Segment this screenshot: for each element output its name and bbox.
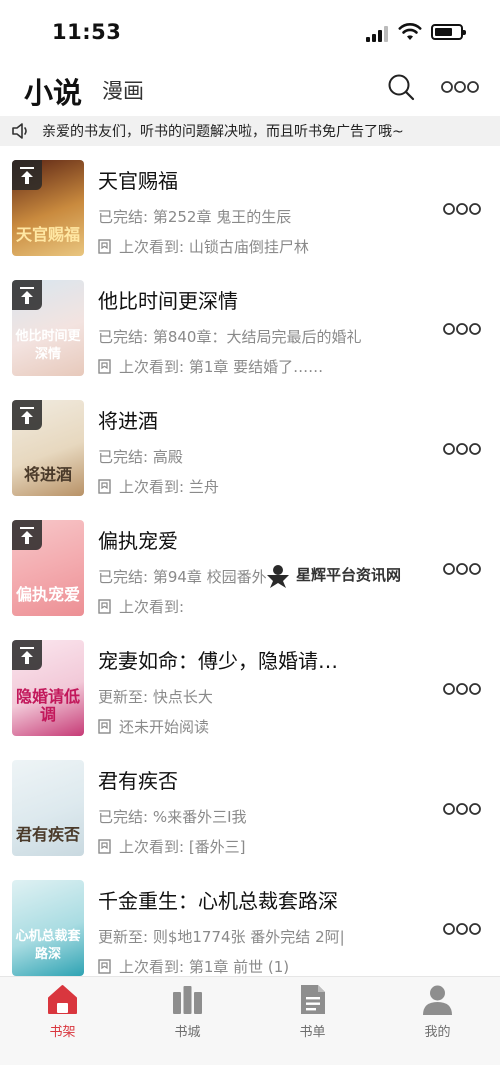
battery-icon — [431, 24, 466, 40]
nav-label: 书城 — [174, 1025, 201, 1040]
book-cover-title: 偏执宠爱 — [15, 585, 80, 604]
book-item[interactable]: 天官赐福 天官赐福 已完结: 第252章 鬼王的生辰 上次看到: 山锁古庙倒挂尸林 — [0, 146, 500, 266]
book-last-read-text: 还未开始阅读 — [119, 718, 210, 736]
book-status: 已完结: 第252章 鬼王的生辰 — [98, 208, 292, 226]
book-last-read: 上次看到: [番外三] — [98, 836, 246, 857]
home-icon — [48, 985, 77, 1014]
nav-label: 我的 — [424, 1025, 451, 1040]
book-cover[interactable]: 心机总裁套路深 — [12, 880, 84, 976]
book-last-read-text: 上次看到: 第1章 前世 (1) — [119, 958, 290, 976]
watermark: 星辉平台资讯网 — [264, 563, 401, 589]
book-more-icon[interactable] — [443, 802, 481, 816]
book-more-icon[interactable] — [443, 322, 481, 336]
nav-label: 书单 — [299, 1025, 326, 1040]
bookmark-icon — [98, 599, 111, 614]
book-more-icon[interactable] — [443, 202, 481, 216]
book-cover-title: 他比时间更深情 — [15, 329, 81, 362]
book-more-icon[interactable] — [443, 562, 481, 576]
bookmark-icon — [98, 479, 111, 494]
book-title: 偏执宠爱 — [98, 529, 178, 553]
book-more-icon[interactable] — [443, 922, 481, 936]
book-last-read: 上次看到: 山锁古庙倒挂尸林 — [98, 236, 309, 257]
book-last-read: 上次看到: 第1章 要结婚了…… — [98, 356, 323, 377]
book-status: 已完结: 高殿 — [98, 448, 183, 466]
bookstore-icon — [173, 986, 202, 1014]
notice-bar[interactable]: 亲爱的书友们，听书的问题解决啦，而且听书免广告了哦~ — [0, 116, 500, 146]
nav-booklist[interactable]: 书单 — [250, 977, 375, 1065]
book-cover-title: 将进酒 — [23, 465, 72, 484]
book-last-read-text: 上次看到: 山锁古庙倒挂尸林 — [119, 238, 309, 256]
book-cover-title: 君有疾否 — [15, 825, 80, 844]
book-item[interactable]: 心机总裁套路深 千金重生：心机总裁套路深更新至: 则$地1774张 番外完结 2阿… — [0, 866, 500, 976]
bookshelf-list: 天官赐福 天官赐福 已完结: 第252章 鬼王的生辰 上次看到: 山锁古庙倒挂尸林 他比… — [0, 146, 500, 976]
book-cover-title: 天官赐福 — [15, 225, 80, 244]
book-status: 已完结: %来番外三I我 — [98, 808, 247, 826]
pin-top-icon — [12, 640, 42, 670]
bookmark-icon — [98, 959, 111, 974]
book-item[interactable]: 偏执宠爱 偏执宠爱 已完结: 第94章 校园番外 上次看到: — [0, 506, 500, 626]
book-cover-title: 隐婚请低调 — [15, 687, 80, 724]
wifi-icon — [398, 23, 422, 40]
pin-top-icon — [12, 160, 42, 190]
nav-mine[interactable]: 我的 — [375, 977, 500, 1065]
tab-novel[interactable]: 小说 — [24, 70, 82, 112]
bookmark-icon — [98, 719, 111, 734]
book-title: 千金重生：心机总裁套路深 — [98, 889, 338, 913]
notice-text: 亲爱的书友们，听书的问题解决啦，而且听书免广告了哦~ — [42, 124, 404, 140]
user-icon — [423, 985, 452, 1015]
nav-bookstore[interactable]: 书城 — [125, 977, 250, 1065]
book-title: 宠妻如命：傅少，隐婚请… — [98, 649, 338, 673]
status-time: 11:53 — [52, 20, 122, 44]
bottom-nav: 书架 书城 书单 我的 — [0, 976, 500, 1065]
book-more-icon[interactable] — [443, 682, 481, 696]
header: 小说 漫画 — [0, 64, 500, 114]
book-cover[interactable]: 君有疾否 — [12, 760, 84, 856]
book-title: 君有疾否 — [98, 769, 178, 793]
book-status: 已完结: 第840章：大结局完最后的婚礼 — [98, 328, 362, 346]
book-last-read-text: 上次看到: [番外三] — [119, 838, 246, 856]
watermark-text: 星辉平台资讯网 — [296, 566, 402, 584]
booklist-icon — [301, 985, 325, 1014]
book-status: 更新至: 快点长大 — [98, 688, 213, 706]
nav-bookshelf[interactable]: 书架 — [0, 977, 125, 1065]
book-item[interactable]: 隐婚请低调 宠妻如命：傅少，隐婚请… 更新至: 快点长大还未开始阅读 — [0, 626, 500, 746]
pin-top-icon — [12, 400, 42, 430]
book-last-read-text: 上次看到: 兰舟 — [119, 478, 219, 496]
status-bar: 11:53 — [0, 0, 500, 64]
book-last-read-text: 上次看到: 第1章 要结婚了…… — [119, 358, 324, 376]
bookmark-icon — [98, 839, 111, 854]
more-icon[interactable] — [441, 80, 479, 94]
book-status: 更新至: 则$地1774张 番外完结 2阿| — [98, 928, 345, 946]
search-icon[interactable] — [386, 72, 416, 102]
signal-icon — [366, 26, 390, 42]
book-status: 已完结: 第94章 校园番外 — [98, 568, 267, 586]
book-last-read-text: 上次看到: — [119, 598, 185, 616]
book-more-icon[interactable] — [443, 442, 481, 456]
book-item[interactable]: 君有疾否 君有疾否 已完结: %来番外三I我 上次看到: [番外三] — [0, 746, 500, 866]
book-item[interactable]: 将进酒 将进酒 已完结: 高殿 上次看到: 兰舟 — [0, 386, 500, 506]
book-last-read: 还未开始阅读 — [98, 716, 209, 737]
watermark-logo-icon — [267, 565, 289, 588]
pin-top-icon — [12, 280, 42, 310]
book-title: 将进酒 — [98, 409, 158, 433]
bookmark-icon — [98, 359, 111, 374]
book-last-read: 上次看到: 第1章 前世 (1) — [98, 956, 289, 976]
pin-top-icon — [12, 520, 42, 550]
book-last-read: 上次看到: 兰舟 — [98, 476, 219, 497]
book-last-read: 上次看到: — [98, 596, 184, 617]
bookmark-icon — [98, 239, 111, 254]
book-item[interactable]: 他比时间更深情 他比时间更深情 已完结: 第840章：大结局完最后的婚礼 上次看到: … — [0, 266, 500, 386]
book-title: 他比时间更深情 — [98, 289, 238, 313]
book-cover-title: 心机总裁套路深 — [15, 929, 81, 962]
nav-label: 书架 — [49, 1025, 76, 1040]
speaker-icon — [12, 123, 27, 139]
book-title: 天官赐福 — [98, 169, 178, 193]
tab-comic[interactable]: 漫画 — [102, 75, 144, 105]
